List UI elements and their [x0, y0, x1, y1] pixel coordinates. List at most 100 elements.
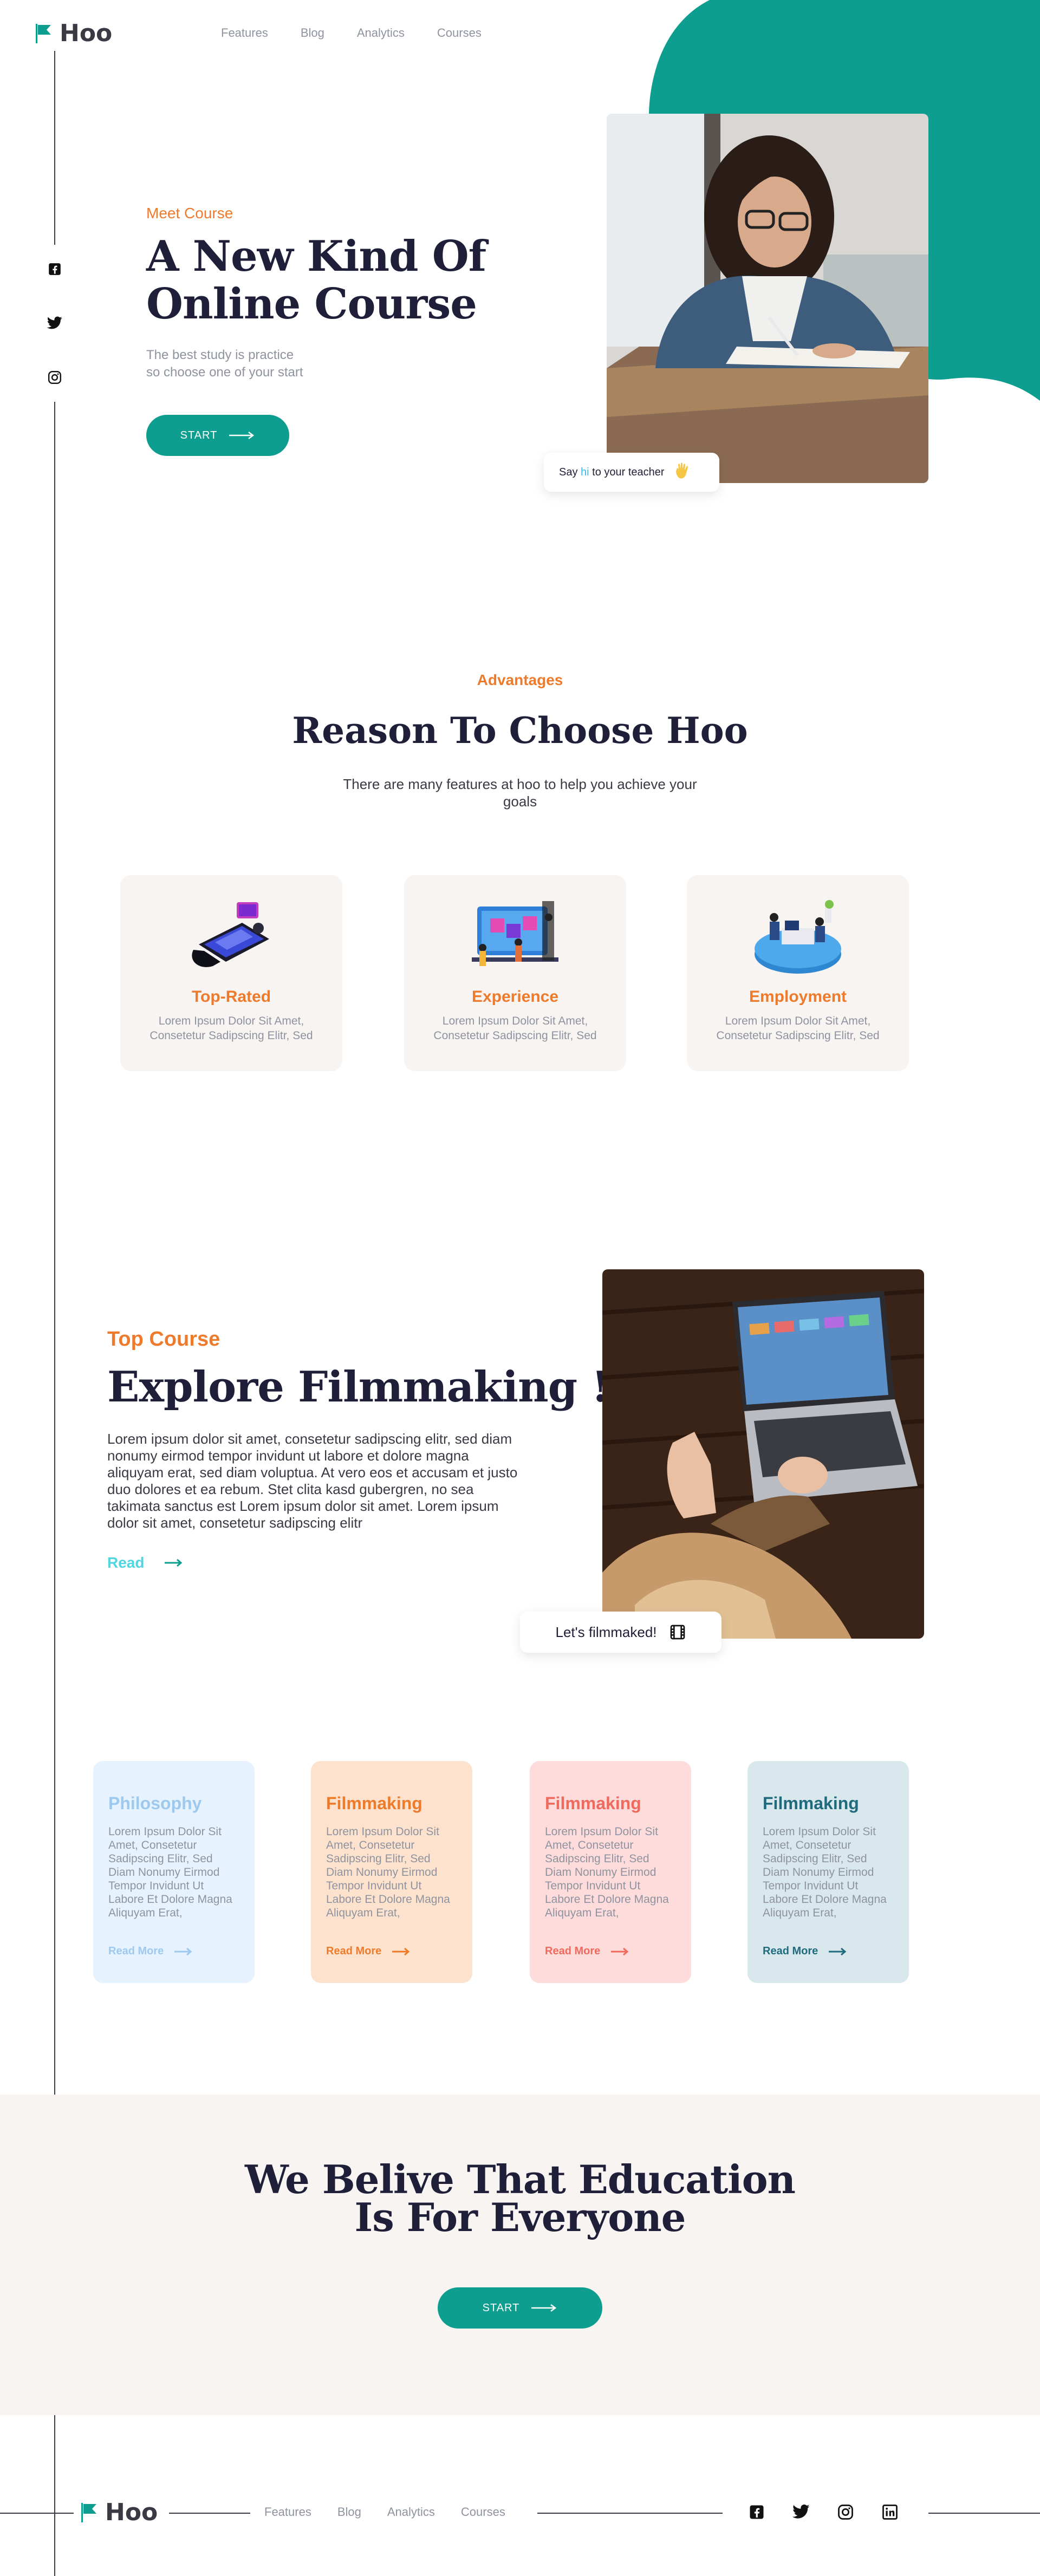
course-card-filmmaking-red[interactable]: Filmmaking Lorem Ipsum Dolor Sit Amet, C…	[530, 1761, 691, 1983]
hero-start-button[interactable]: START	[146, 415, 289, 456]
read-more-link[interactable]: Read More	[108, 1945, 193, 1958]
footer-logo-text: Hoo	[105, 2499, 158, 2526]
course-card-filmmaking-orange[interactable]: Filmmaking Lorem Ipsum Dolor Sit Amet, C…	[311, 1761, 472, 1983]
advantage-card-text: Lorem Ipsum Dolor Sit Amet, Consetetur S…	[150, 1015, 313, 1042]
hero-subtitle-line1: The best study is practice	[146, 348, 294, 362]
course-card-title: Filmmaking	[545, 1794, 641, 1813]
footer-divider	[169, 2513, 250, 2514]
arrow-right-icon	[229, 432, 255, 439]
logo-text: Hoo	[60, 19, 113, 47]
hero-title-line2: Online Course	[146, 279, 477, 329]
footer-social	[748, 2503, 899, 2521]
cta-band	[0, 2095, 1040, 2415]
cta-title: We Belive That Education Is For Everyone	[0, 2160, 1040, 2237]
top-course-laptop-photo	[602, 1269, 924, 1639]
advantages-subtitle: There are many features at hoo to help y…	[343, 776, 697, 810]
course-card-text: Lorem Ipsum Dolor Sit Amet, Consetetur S…	[108, 1825, 232, 1919]
read-link-label: Read	[107, 1554, 145, 1571]
course-card-text: Lorem Ipsum Dolor Sit Amet, Consetetur S…	[326, 1825, 450, 1919]
advantages-title: Reason To Choose Hoo	[292, 709, 748, 752]
course-card-filmmaking-teal[interactable]: Filmmaking Lorem Ipsum Dolor Sit Amet, C…	[748, 1761, 909, 1983]
footer-divider	[0, 2513, 74, 2514]
cta-start-label: START	[482, 2301, 520, 2314]
footer-nav-features[interactable]: Features	[264, 2505, 311, 2519]
flag-logo-icon	[81, 2502, 96, 2522]
course-card-text: Lorem Ipsum Dolor Sit Amet, Consetetur S…	[763, 1825, 887, 1919]
course-card-philosophy[interactable]: Philosophy Lorem Ipsum Dolor Sit Amet, C…	[93, 1761, 255, 1983]
arrow-right-icon	[392, 1947, 410, 1955]
hero-subtitle: The best study is practice so choose one…	[146, 347, 395, 381]
facebook-icon[interactable]	[46, 260, 64, 278]
hero-title-line1: A New Kind Of	[146, 232, 486, 281]
footer-nav-courses[interactable]: Courses	[461, 2505, 505, 2519]
footer-nav: Features Blog Analytics Courses	[264, 2505, 505, 2519]
hero-start-label: START	[180, 429, 218, 441]
hero-tooltip-text: Say hi to your teacher	[559, 466, 665, 479]
read-more-link[interactable]: Read More	[763, 1945, 847, 1958]
nav-blog[interactable]: Blog	[301, 26, 324, 40]
course-card-title: Philosophy	[108, 1794, 202, 1813]
twitter-icon[interactable]	[792, 2503, 810, 2521]
nav-features[interactable]: Features	[221, 26, 268, 40]
waving-hand-icon	[675, 462, 688, 479]
instagram-icon[interactable]	[46, 368, 64, 387]
instagram-icon[interactable]	[836, 2503, 855, 2521]
logo[interactable]: Hoo	[35, 19, 112, 47]
course-card-title: Filmmaking	[763, 1794, 859, 1813]
linkedin-icon[interactable]	[881, 2503, 899, 2521]
advantage-card-experience: Experience Lorem Ipsum Dolor Sit Amet, C…	[404, 875, 626, 1071]
advantage-card-text: Lorem Ipsum Dolor Sit Amet, Consetetur S…	[433, 1015, 597, 1042]
arrow-right-icon	[829, 1947, 847, 1955]
footer-nav-analytics[interactable]: Analytics	[387, 2505, 435, 2519]
top-course-read-link[interactable]: Read	[107, 1554, 183, 1571]
course-card-title: Filmmaking	[326, 1794, 422, 1813]
flag-logo-icon	[36, 23, 51, 43]
gaming-keyboard-illustration	[192, 902, 269, 967]
footer-divider	[928, 2513, 1040, 2514]
hero-teacher-tooltip: Say hi to your teacher	[544, 453, 719, 492]
filmmaking-tooltip: Let's filmmaked!	[520, 1612, 722, 1653]
advantage-card-title: Top-Rated	[191, 988, 271, 1006]
advantages-eyebrow: Advantages	[477, 671, 563, 688]
hero-student-photo	[607, 114, 928, 483]
read-more-label: Read More	[326, 1945, 382, 1957]
arrow-right-icon	[174, 1947, 192, 1955]
course-card-text: Lorem Ipsum Dolor Sit Amet, Consetetur S…	[545, 1825, 669, 1919]
advantage-card-text: Lorem Ipsum Dolor Sit Amet, Consetetur S…	[716, 1015, 880, 1042]
hero-eyebrow: Meet Course	[146, 205, 233, 221]
team-puzzle-illustration	[472, 901, 558, 966]
arrow-right-icon	[165, 1558, 183, 1567]
nav-courses[interactable]: Courses	[437, 26, 482, 40]
advantage-card-title: Employment	[749, 988, 847, 1006]
footer-nav-blog[interactable]: Blog	[337, 2505, 361, 2519]
footer-logo[interactable]: Hoo	[80, 2499, 158, 2526]
main-nav: Features Blog Analytics Courses	[221, 26, 482, 40]
top-course-eyebrow: Top Course	[107, 1328, 220, 1351]
nav-analytics[interactable]: Analytics	[357, 26, 405, 40]
cta-title-line2: Is For Everyone	[354, 2194, 686, 2240]
tooltip-hi: hi	[581, 466, 589, 478]
hero-subtitle-line2: so choose one of your start	[146, 365, 303, 380]
tooltip-prefix: Say	[559, 466, 581, 478]
facebook-icon[interactable]	[748, 2503, 766, 2521]
twitter-icon[interactable]	[46, 314, 64, 332]
top-course-title: Explore Filmmaking !	[107, 1362, 610, 1412]
read-more-link[interactable]: Read More	[326, 1945, 411, 1958]
advantage-card-top-rated: Top-Rated Lorem Ipsum Dolor Sit Amet, Co…	[120, 875, 342, 1071]
read-more-label: Read More	[108, 1945, 164, 1957]
top-course-body: Lorem ipsum dolor sit amet, consetetur s…	[107, 1431, 518, 1531]
read-more-link[interactable]: Read More	[545, 1945, 629, 1958]
footer-divider	[537, 2513, 723, 2514]
advantage-card-title: Experience	[471, 988, 559, 1006]
advantage-card-employment: Employment Lorem Ipsum Dolor Sit Amet, C…	[687, 875, 909, 1071]
film-icon	[670, 1625, 685, 1640]
hero-title: A New Kind Of Online Course	[146, 233, 536, 328]
office-workers-illustration	[755, 900, 841, 974]
read-more-label: Read More	[545, 1945, 601, 1957]
read-more-label: Read More	[763, 1945, 818, 1957]
filmmaking-tooltip-text: Let's filmmaked!	[555, 1623, 657, 1640]
arrow-right-icon	[611, 1947, 629, 1955]
tooltip-suffix: to your teacher	[589, 466, 665, 478]
cta-start-button[interactable]: START	[438, 2287, 602, 2329]
arrow-right-icon	[531, 2304, 557, 2312]
